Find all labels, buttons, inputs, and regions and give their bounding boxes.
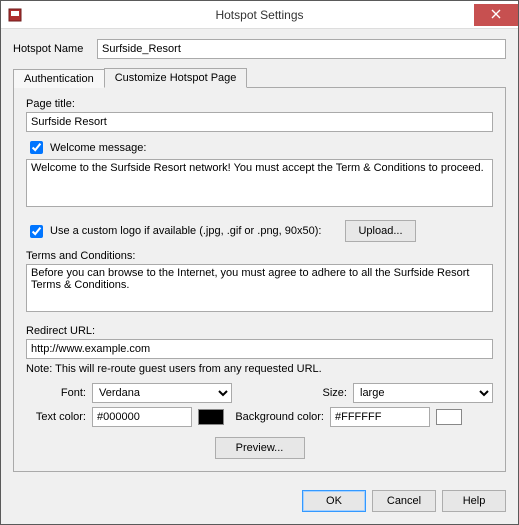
preview-button[interactable]: Preview...: [215, 437, 305, 459]
bg-color-swatch[interactable]: [436, 409, 462, 425]
hotspot-name-input[interactable]: [97, 39, 506, 59]
dialog-body: Hotspot Name Authentication Customize Ho…: [1, 29, 518, 482]
redirect-url-label: Redirect URL:: [26, 325, 493, 337]
page-title-input[interactable]: [26, 112, 493, 132]
welcome-message-label: Welcome message:: [50, 142, 146, 154]
tabstrip: Authentication Customize Hotspot Page: [13, 67, 506, 88]
tab-authentication[interactable]: Authentication: [13, 69, 105, 88]
page-title-label: Page title:: [26, 98, 493, 110]
window-title: Hotspot Settings: [1, 8, 518, 22]
welcome-message-textarea[interactable]: Welcome to the Surfside Resort network! …: [26, 159, 493, 207]
size-label: Size:: [287, 387, 347, 399]
hotspot-name-label: Hotspot Name: [13, 43, 97, 55]
help-button[interactable]: Help: [442, 490, 506, 512]
cancel-button[interactable]: Cancel: [372, 490, 436, 512]
terms-textarea[interactable]: Before you can browse to the Internet, y…: [26, 264, 493, 312]
bg-color-input[interactable]: [330, 407, 430, 427]
titlebar: Hotspot Settings: [1, 1, 518, 29]
hotspot-name-row: Hotspot Name: [13, 39, 506, 59]
tab-customize-hotspot-page[interactable]: Customize Hotspot Page: [104, 68, 248, 88]
text-color-input[interactable]: [92, 407, 192, 427]
redirect-url-input[interactable]: [26, 339, 493, 359]
font-label: Font:: [26, 387, 86, 399]
close-button[interactable]: [474, 4, 518, 26]
custom-logo-row: Use a custom logo if available (.jpg, .g…: [26, 220, 493, 242]
text-color-swatch[interactable]: [198, 409, 224, 425]
font-size-grid: Font: Verdana Size: large: [26, 383, 493, 403]
color-grid: Text color: Background color:: [26, 407, 493, 427]
dialog-footer: OK Cancel Help: [1, 482, 518, 524]
preview-row: Preview...: [26, 437, 493, 459]
ok-button[interactable]: OK: [302, 490, 366, 512]
custom-logo-checkbox[interactable]: [30, 225, 43, 238]
font-select[interactable]: Verdana: [92, 383, 232, 403]
welcome-message-row: Welcome message:: [26, 138, 493, 157]
bg-color-label: Background color:: [234, 411, 324, 423]
app-icon: [7, 7, 23, 23]
upload-button[interactable]: Upload...: [345, 220, 415, 242]
close-icon: [491, 8, 501, 22]
customize-panel: Page title: Welcome message: Welcome to …: [13, 88, 506, 472]
size-select[interactable]: large: [353, 383, 493, 403]
custom-logo-label: Use a custom logo if available (.jpg, .g…: [50, 225, 321, 237]
text-color-label: Text color:: [26, 411, 86, 423]
welcome-message-checkbox[interactable]: [30, 141, 43, 154]
hotspot-settings-window: Hotspot Settings Hotspot Name Authentica…: [0, 0, 519, 525]
redirect-note: Note: This will re-route guest users fro…: [26, 363, 493, 375]
terms-label: Terms and Conditions:: [26, 250, 493, 262]
